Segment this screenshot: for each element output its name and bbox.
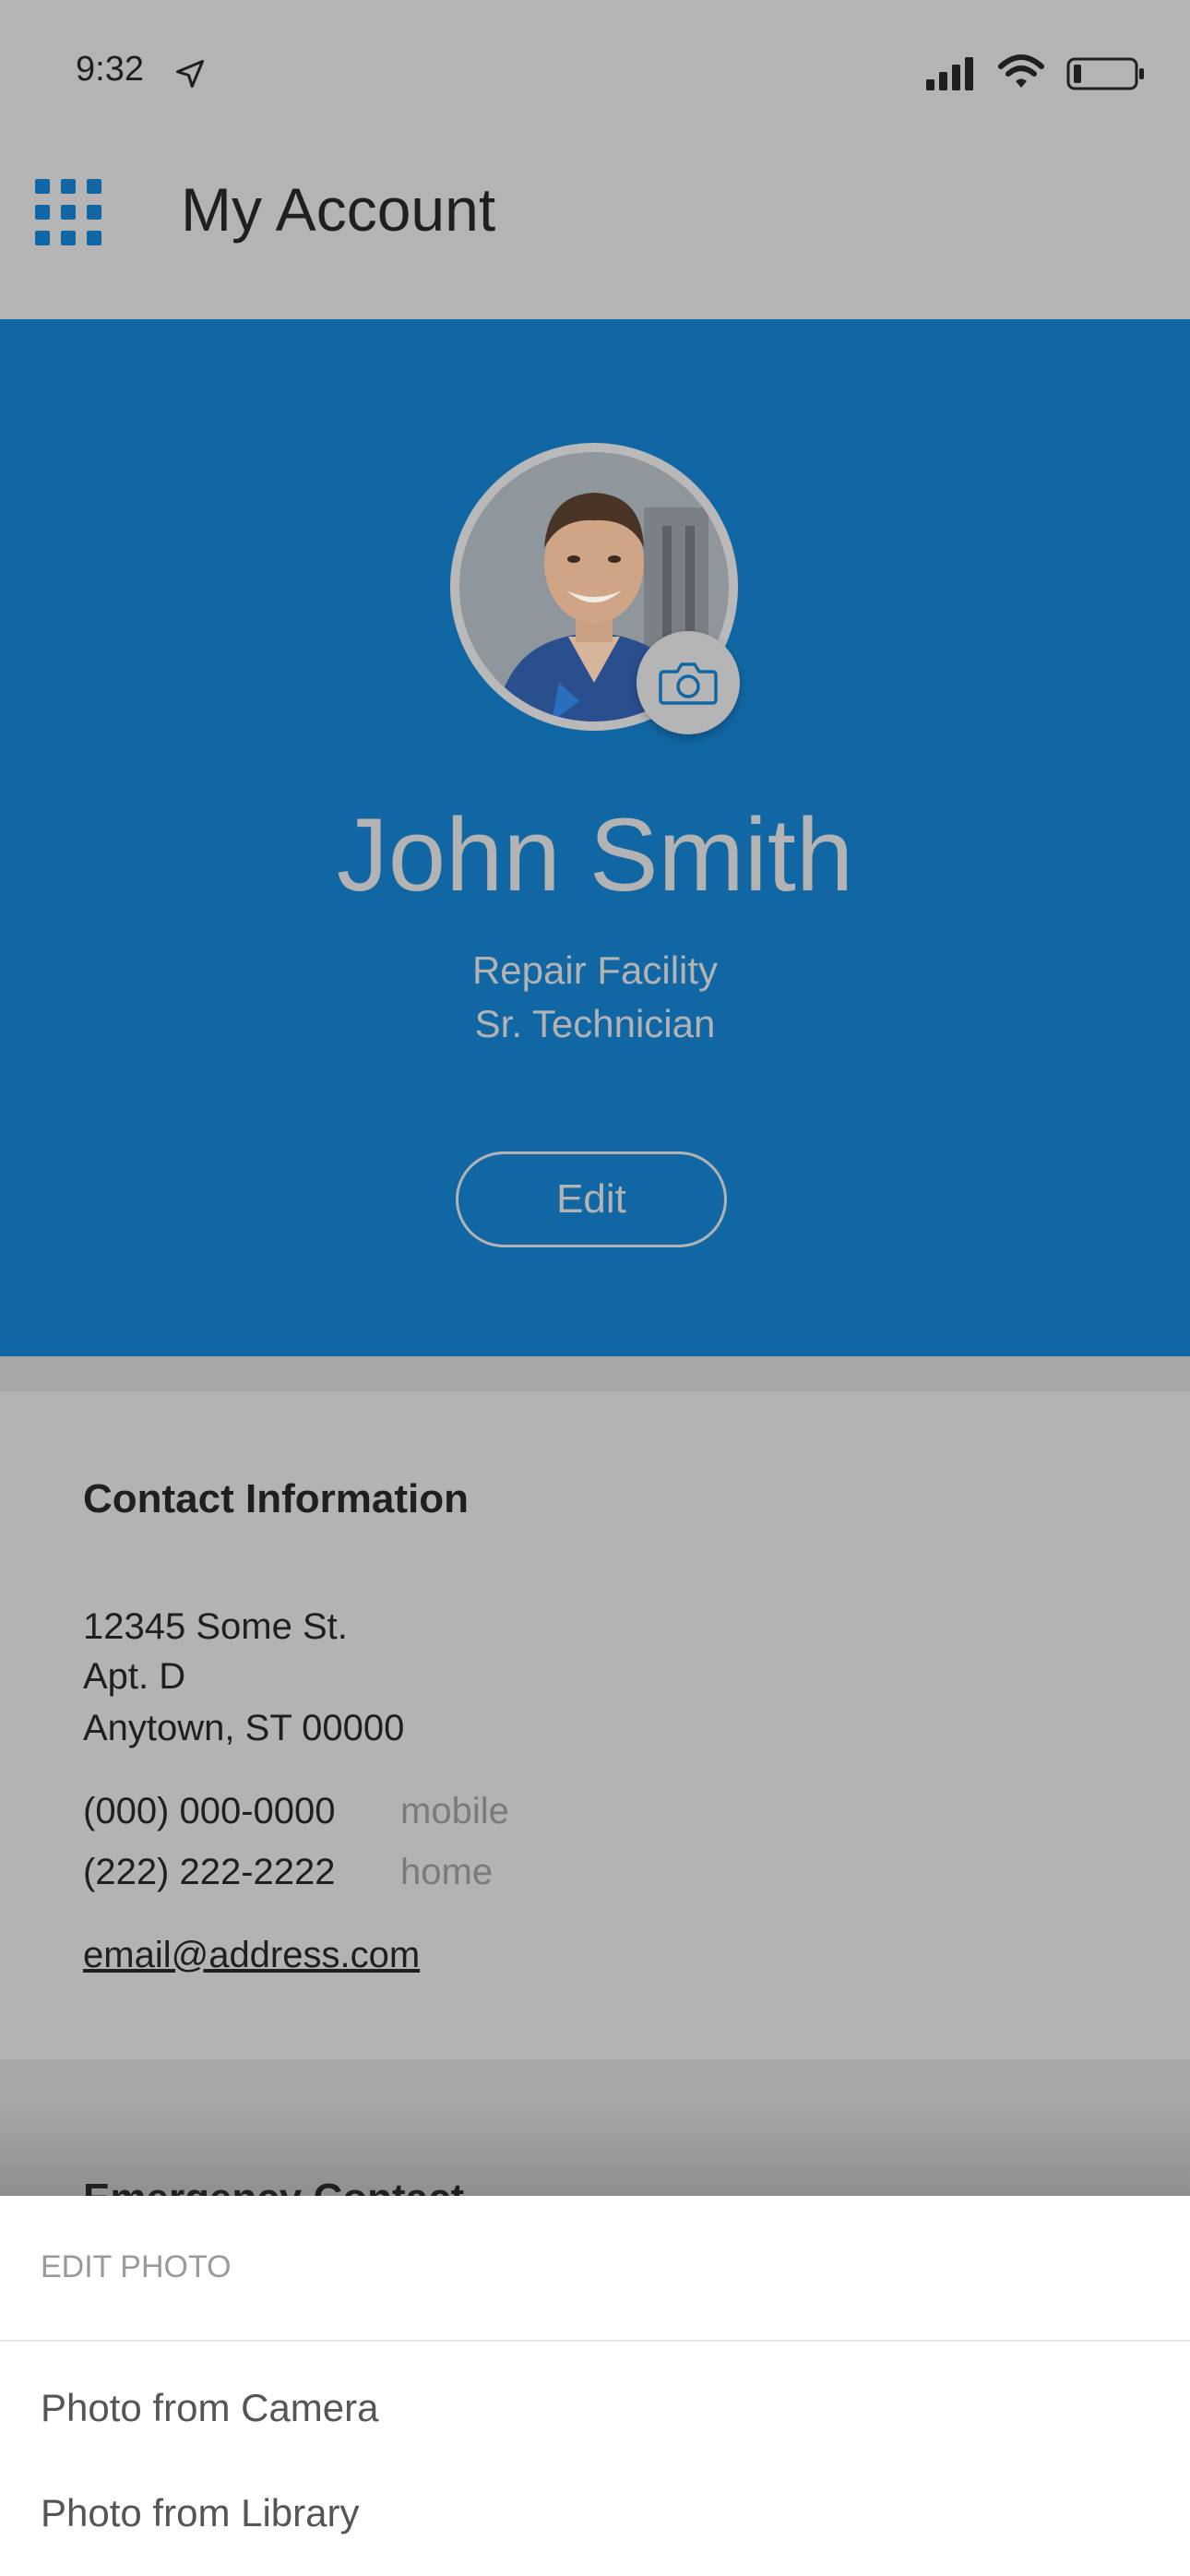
address-line-1: 12345 Some St. — [83, 1606, 348, 1647]
address-line-3: Anytown, ST 00000 — [83, 1708, 405, 1748]
app-header — [0, 148, 1190, 319]
section-divider — [0, 2059, 1190, 2094]
app-grid-menu-icon[interactable] — [35, 179, 101, 245]
phone-number-home[interactable]: (222) 222-2222 — [83, 1847, 336, 1897]
profile-facility: Repair Facility — [471, 948, 719, 992]
page-title: My Account — [181, 175, 496, 244]
phone-number-mobile[interactable]: (000) 000-0000 — [83, 1786, 336, 1836]
sheet-divider — [0, 2340, 1190, 2342]
cellular-signal-icon — [926, 57, 973, 90]
emergency-section-title: Emergency Contact — [83, 2176, 464, 2196]
change-photo-button[interactable] — [637, 631, 740, 734]
edit-photo-action-sheet: EDIT PHOTO Photo from Camera Photo from … — [0, 2196, 1190, 2576]
contact-section-title: Contact Information — [83, 1476, 469, 1521]
photo-from-library-option[interactable]: Photo from Library — [41, 2491, 359, 2535]
status-bar: 9:32 — [0, 0, 1190, 148]
photo-from-camera-option[interactable]: Photo from Camera — [41, 2386, 378, 2430]
section-divider — [0, 1356, 1190, 1391]
camera-icon — [659, 662, 718, 705]
status-time: 9:32 — [76, 50, 144, 89]
battery-icon — [1066, 57, 1144, 90]
address-line-2: Apt. D — [83, 1656, 186, 1697]
location-arrow-icon — [176, 60, 204, 88]
edit-profile-button[interactable]: Edit — [456, 1151, 727, 1247]
emergency-contact-section: Emergency Contact — [0, 2094, 1190, 2196]
profile-name: John Smith — [336, 797, 854, 912]
wifi-icon — [998, 54, 1044, 88]
profile-role: Sr. Technician — [474, 1002, 716, 1045]
sheet-title: EDIT PHOTO — [41, 2249, 232, 2284]
phone-label-mobile: mobile — [400, 1791, 509, 1831]
email-link[interactable]: email@address.com — [83, 1930, 420, 1980]
phone-label-home: home — [400, 1852, 494, 1892]
